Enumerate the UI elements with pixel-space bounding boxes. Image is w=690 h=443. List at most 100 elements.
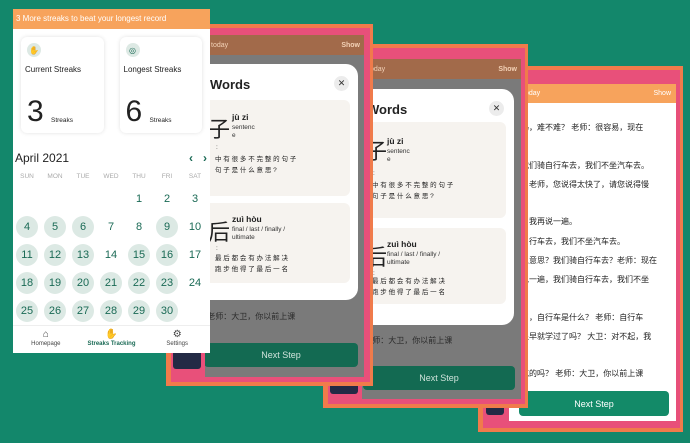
medal-icon: ◎: [125, 43, 140, 57]
calendar-day[interactable]: 3: [181, 185, 209, 213]
show-button[interactable]: Show: [498, 66, 517, 73]
weekday-label: TUE: [76, 173, 90, 180]
weekday-header: SUN MON TUE WED THU FRI SAT: [13, 173, 210, 180]
weekday-label: SAT: [188, 173, 202, 180]
calendar-day-label: 12: [44, 244, 66, 266]
calendar-day-label: 23: [156, 272, 178, 294]
tab-label: Settings: [166, 341, 189, 347]
word-meaning: sentenc: [387, 148, 410, 155]
calendar-day[interactable]: 15: [125, 241, 153, 269]
calendar-day[interactable]: 18: [13, 269, 41, 297]
tab-homepage[interactable]: ⌂ Homepage: [13, 326, 79, 353]
calendar-day[interactable]: 26: [41, 297, 69, 325]
chevron-left-icon[interactable]: ‹: [189, 151, 193, 165]
calendar-day[interactable]: 12: [41, 241, 69, 269]
calendar-day[interactable]: 22: [125, 269, 153, 297]
calendar-day[interactable]: 21: [97, 269, 125, 297]
calendar-day[interactable]: 23: [153, 269, 181, 297]
next-step-button[interactable]: Next Step: [363, 366, 515, 390]
calendar-day[interactable]: 16: [153, 241, 181, 269]
calendar-empty-cell: [13, 185, 41, 213]
calendar-day-label: 10: [188, 221, 202, 233]
reading-screen: today Show 吗，难不难？ 老师：很容易，现在 我们骑自行车去，我们不坐…: [509, 84, 676, 421]
calendar-day[interactable]: 2: [153, 185, 181, 213]
word-hanzi: 后: [208, 220, 231, 245]
close-icon[interactable]: ✕: [489, 101, 504, 116]
reading-line: 了，自行车是什么？ 老师：自行车: [521, 313, 644, 322]
calendar-day[interactable]: 13: [69, 241, 97, 269]
calendar-day[interactable]: 28: [97, 297, 125, 325]
calendar-day-label: 14: [104, 249, 118, 261]
words-modal: Words ✕ 子 jù zi sentenc e : 中 有 很 多 不 完 …: [188, 64, 358, 300]
calendar-day-label: 6: [72, 216, 94, 238]
longest-streak-card: ◎ Longest Streaks 6 Streaks: [119, 37, 202, 133]
calendar-day[interactable]: 19: [41, 269, 69, 297]
calendar-day[interactable]: 14: [97, 241, 125, 269]
weekday-label: SUN: [20, 173, 34, 180]
reading-line: 吗，难不难？ 老师：很容易，现在: [521, 123, 644, 132]
streak-banner: 3 More streaks to beat your longest reco…: [13, 9, 210, 29]
calendar-day-label: 5: [44, 216, 66, 238]
calendar-month: April 2021: [15, 151, 70, 165]
example-sentence: 句 子 是 什 么 意 思 ?: [372, 193, 434, 200]
word-meaning: final / last / finally /: [232, 226, 286, 233]
calendar-day[interactable]: 9: [153, 213, 181, 241]
reading-line: 自行车去，我们不坐汽车去。: [521, 237, 625, 246]
calendar-empty-cell: [69, 185, 97, 213]
calendar-day[interactable]: 1: [125, 185, 153, 213]
example-sentence: 最 后 都 会 有 办 法 解 决: [215, 255, 288, 262]
calendar-day[interactable]: 10: [181, 213, 209, 241]
calendar-day[interactable]: 30: [153, 297, 181, 325]
tab-streaks-tracking[interactable]: ✋ Streaks Tracking: [79, 326, 145, 353]
calendar-day-label: 21: [100, 272, 122, 294]
calendar-day[interactable]: 8: [125, 213, 153, 241]
calendar-day-label: 19: [44, 272, 66, 294]
example-sentence: 跑 步 他 得 了 最 后 一 名: [215, 266, 288, 273]
example-sentence: 最 后 都 会 有 办 法 解 决: [372, 278, 445, 285]
show-button[interactable]: Show: [341, 42, 360, 49]
calendar-day[interactable]: 24: [181, 269, 209, 297]
chevron-right-icon[interactable]: ›: [203, 151, 207, 165]
calendar-day[interactable]: 5: [41, 213, 69, 241]
calendar-day-label: 3: [191, 193, 199, 205]
hand-icon: ✋: [105, 329, 118, 340]
words-top-bar: today Show: [205, 35, 364, 55]
reading-line-dim: 吃的吗？ 老师：大卫，你以前上课: [205, 312, 296, 321]
calendar-day[interactable]: 27: [69, 297, 97, 325]
tab-settings[interactable]: ⚙ Settings: [144, 326, 210, 353]
current-streak-label: Current Streaks: [25, 65, 82, 74]
reading-top-bar: today Show: [509, 84, 676, 103]
hand-icon: ✋: [27, 43, 41, 57]
bottom-tab-bar: ⌂ Homepage ✋ Streaks Tracking ⚙ Settings: [13, 325, 210, 353]
word-pinyin: zuì hòu: [387, 239, 417, 249]
calendar-day-label: 17: [188, 249, 202, 261]
word-card: 后 zuì hòu final / last / finally / ultim…: [200, 203, 350, 283]
calendar-day[interactable]: 25: [13, 297, 41, 325]
word-card: 子 jù zi sentenc e : 中 有 很 多 不 完 整 的 句 子 …: [357, 122, 506, 218]
calendar-day[interactable]: 17: [181, 241, 209, 269]
calendar-day[interactable]: 6: [69, 213, 97, 241]
calendar-day[interactable]: 4: [13, 213, 41, 241]
reading-line: 么意思？我们骑自行车去？老师：现在: [521, 256, 657, 265]
calendar-day-label: 7: [107, 221, 115, 233]
tab-label: Homepage: [31, 341, 61, 347]
reading-line-dim: 吃的吗？ 老师：大卫，你以前上课: [362, 336, 453, 345]
calendar-day[interactable]: 7: [97, 213, 125, 241]
next-step-button[interactable]: Next Step: [519, 391, 669, 416]
calendar-day[interactable]: 29: [125, 297, 153, 325]
calendar-day[interactable]: 11: [13, 241, 41, 269]
close-icon[interactable]: ✕: [334, 76, 349, 91]
current-streak-card: ✋ Current Streaks 3 Streaks: [21, 37, 104, 133]
calendar-day[interactable]: 20: [69, 269, 97, 297]
reading-line: 很早就学过了吗？ 大卫：对不起，我: [521, 332, 652, 341]
word-meaning: e: [387, 156, 391, 163]
next-step-button[interactable]: Next Step: [205, 343, 358, 367]
word-pinyin: zuì hòu: [232, 214, 262, 224]
calendar-day-label: 24: [188, 277, 202, 289]
word-meaning: ultimate: [387, 259, 410, 266]
calendar-day-label: 18: [16, 272, 38, 294]
show-button[interactable]: Show: [653, 90, 671, 97]
home-icon: ⌂: [42, 329, 49, 340]
word-card: 后 zuì hòu final / last / finally / ultim…: [357, 228, 506, 304]
word-meaning: ultimate: [232, 234, 255, 241]
